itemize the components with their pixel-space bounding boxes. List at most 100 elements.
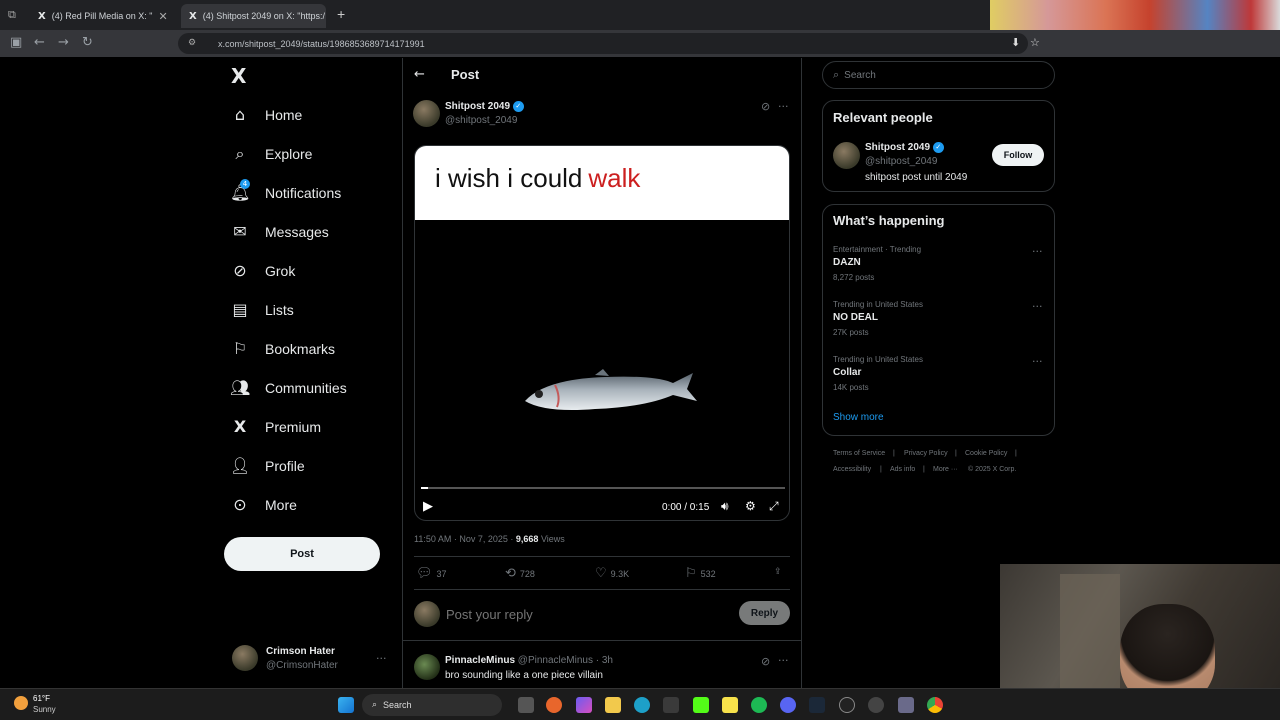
file-explorer-icon[interactable]	[605, 697, 621, 713]
sticky-notes-icon[interactable]	[722, 697, 738, 713]
trend-name[interactable]: DAZN	[833, 257, 861, 268]
bookmark-action[interactable]: ⚐ 532	[685, 566, 716, 581]
weather-sun-icon	[14, 696, 28, 710]
footer-link[interactable]: Terms of Service	[833, 450, 885, 457]
share-icon[interactable]: ⇪	[774, 566, 782, 577]
sidebar-toggle-icon[interactable]: ▣	[10, 35, 22, 50]
nav-item-grok[interactable]: ⊘ Grok	[230, 261, 295, 280]
trend-name[interactable]: NO DEAL	[833, 312, 878, 323]
video-time: 0:00 / 0:15	[662, 502, 710, 513]
reply-author-name[interactable]: PinnacleMinus	[445, 655, 515, 666]
reply-button[interactable]: Reply	[739, 601, 790, 625]
kick-icon[interactable]	[693, 697, 709, 713]
search-icon: ⌕	[372, 700, 378, 710]
grok-explain-icon[interactable]: ⊘	[761, 100, 770, 113]
nav-item-lists[interactable]: ▤ Lists	[230, 300, 293, 319]
nav-item-more[interactable]: ⊙ More	[230, 495, 297, 514]
forward-icon[interactable]: →	[58, 35, 69, 50]
store-icon[interactable]	[663, 697, 679, 713]
nav-item-explore[interactable]: ⌕ Explore	[230, 144, 313, 164]
fullscreen-icon[interactable]: ⤢	[769, 499, 779, 514]
post-video[interactable]: i wish i could walk ▶ 0:00 / 0:15 🔊︎ ⚙ ⤢	[414, 145, 790, 521]
taskbar-search[interactable]: ⌕ Search	[362, 694, 502, 716]
follow-button[interactable]: Follow	[992, 144, 1044, 166]
chrome-icon[interactable]	[927, 697, 943, 713]
reply-input[interactable]	[446, 604, 726, 624]
nav-item-home[interactable]: ⌂ Home	[230, 105, 302, 124]
discord-icon[interactable]	[780, 697, 796, 713]
app-icon[interactable]	[868, 697, 884, 713]
edge-icon[interactable]	[634, 697, 650, 713]
post-menu-icon[interactable]: ···	[778, 100, 789, 113]
trend-menu-icon[interactable]: ···	[1032, 245, 1043, 258]
footer-link[interactable]: Ads info	[890, 466, 915, 473]
person-handle: @shitpost_2049	[865, 156, 938, 167]
reply-author-avatar[interactable]	[414, 654, 440, 680]
trend-count: 27K posts	[833, 328, 869, 337]
streamer-figure	[1120, 604, 1215, 688]
views-count: 9,668	[515, 534, 539, 544]
tab-actions-icon[interactable]: ⧉	[8, 8, 16, 22]
settings-gear-icon[interactable]: ⚙	[745, 499, 756, 513]
trend-meta: Trending in United States	[833, 355, 923, 364]
install-icon[interactable]: ⬇	[1011, 36, 1020, 49]
nav-item-premium[interactable]: X Premium	[230, 417, 321, 436]
app-icon[interactable]	[839, 697, 855, 713]
nav-item-bookmarks[interactable]: ⚐ Bookmarks	[230, 339, 335, 358]
back-icon[interactable]: ←	[34, 35, 45, 50]
volume-icon[interactable]: 🔊︎	[721, 499, 729, 514]
reload-icon[interactable]: ↻	[82, 35, 93, 50]
views-label: Views	[540, 534, 565, 544]
firefox-icon[interactable]	[546, 697, 562, 713]
reply-menu-icon[interactable]: ···	[778, 654, 789, 667]
nav-item-profile[interactable]: 👤︎ Profile	[230, 456, 305, 475]
person-avatar[interactable]	[833, 142, 860, 169]
repost-action[interactable]: ⟲ 728	[505, 566, 535, 581]
reply-action[interactable]: 💬︎ 37	[416, 566, 447, 581]
account-avatar[interactable]	[232, 645, 258, 671]
nav-item-messages[interactable]: ✉ Messages	[230, 222, 329, 241]
search-box[interactable]: ⌕ Search	[822, 61, 1055, 89]
site-info-icon[interactable]: ⚙	[188, 37, 196, 48]
trend-name[interactable]: Collar	[833, 367, 861, 378]
url-bar[interactable]: ⚙ x.com/shitpost_2049/status/19868536897…	[178, 33, 1028, 54]
reply-header: PinnacleMinus @PinnacleMinus · 3h	[445, 655, 613, 666]
footer-link[interactable]: Accessibility	[833, 466, 871, 473]
post-button[interactable]: Post	[224, 537, 380, 571]
spotify-icon[interactable]	[751, 697, 767, 713]
trend-menu-icon[interactable]: ···	[1032, 355, 1043, 368]
close-icon[interactable]: ✕	[158, 10, 167, 23]
grok-explain-icon[interactable]: ⊘	[761, 655, 770, 668]
trend-count: 14K posts	[833, 383, 869, 392]
play-icon[interactable]: ▶	[423, 499, 433, 514]
person-name-row[interactable]: Shitpost 2049 ✓	[865, 142, 944, 153]
author-name: Shitpost 2049	[445, 101, 511, 113]
nav-item-notifications[interactable]: 🔔︎ 4 Notifications	[230, 179, 341, 202]
footer-link[interactable]: More ···	[933, 466, 958, 473]
nav-item-communities[interactable]: 👥︎ Communities	[230, 378, 347, 397]
windows-start-icon[interactable]	[338, 697, 354, 713]
tab-red-pill-media[interactable]: X (4) Red Pill Media on X: " ✕	[30, 4, 175, 28]
bookmark-star-icon[interactable]: ☆	[1030, 36, 1040, 49]
app-icon[interactable]	[898, 697, 914, 713]
back-arrow-icon[interactable]: ←	[414, 67, 425, 82]
task-view-icon[interactable]	[518, 697, 534, 713]
video-progress-track[interactable]	[421, 487, 785, 489]
like-action[interactable]: ♡ 9.3K	[595, 566, 629, 581]
show-more-link[interactable]: Show more	[833, 412, 884, 423]
tab-shitpost-2049[interactable]: X (4) Shitpost 2049 on X: "https:/ ✕	[181, 4, 326, 28]
author-name-row[interactable]: Shitpost 2049 ✓	[445, 101, 524, 112]
weather-condition: Sunny	[33, 705, 56, 714]
trend-meta: Trending in United States	[833, 300, 923, 309]
footer-link[interactable]: Privacy Policy	[904, 450, 948, 457]
footer-link[interactable]: Cookie Policy	[965, 450, 1007, 457]
copilot-icon[interactable]	[576, 697, 592, 713]
x-logo-icon[interactable]: X	[231, 64, 246, 88]
steam-icon[interactable]	[809, 697, 825, 713]
account-menu-icon[interactable]: ···	[376, 652, 387, 665]
trend-menu-icon[interactable]: ···	[1032, 300, 1043, 313]
nav-label: More	[265, 496, 297, 513]
search-placeholder: Search	[844, 69, 876, 81]
author-avatar[interactable]	[413, 100, 440, 127]
new-tab-icon[interactable]: +	[337, 6, 345, 22]
